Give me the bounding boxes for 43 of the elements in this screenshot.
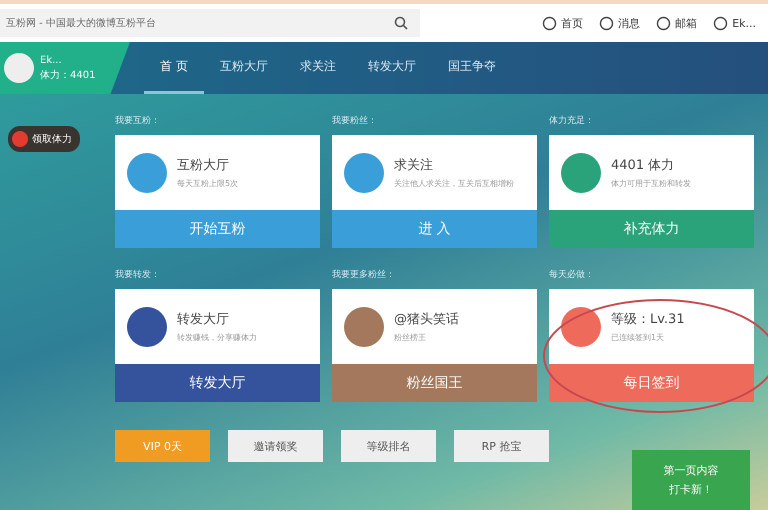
stamina-text: 体力：4401	[40, 68, 96, 82]
section-label: 我要转发：	[115, 268, 161, 281]
nav-tab[interactable]: 国王争夺	[432, 42, 512, 94]
card-button[interactable]: 补充体力	[549, 210, 754, 248]
user-name: Ek...	[40, 54, 63, 66]
card-description: 关注他人求关注，互关后互相增粉	[394, 178, 515, 189]
card-description: 转发赚钱，分享赚体力	[177, 332, 258, 343]
circle-icon	[599, 16, 614, 30]
top-link[interactable]: Ek...	[713, 16, 756, 30]
card-title: 求关注	[394, 157, 434, 174]
top-link[interactable]: 消息	[599, 16, 640, 30]
section-label: 我要互粉：	[115, 114, 161, 127]
action-button[interactable]: RP 抢宝	[454, 430, 549, 462]
card-description: 粉丝榜王	[394, 332, 427, 343]
search-field[interactable]: 互粉网 - 中国最大的微博互粉平台	[0, 9, 420, 37]
circle-icon	[656, 16, 672, 30]
card-description: 已连续签到1天	[611, 332, 666, 343]
card-title: @猪头笑话	[394, 311, 460, 328]
circle-icon	[713, 16, 728, 30]
nav-tab[interactable]: 求关注	[284, 42, 352, 94]
card-title: 4401 体力	[611, 157, 676, 174]
action-button[interactable]: 邀请领奖	[228, 430, 323, 462]
top-link[interactable]: 邮箱	[656, 16, 698, 30]
section-label: 每天必做：	[549, 268, 595, 281]
section-label: 我要粉丝：	[332, 114, 378, 127]
search-icon[interactable]	[394, 16, 408, 30]
avatar	[4, 53, 34, 83]
circle-icon	[542, 16, 558, 30]
card-button[interactable]: 粉丝国王	[332, 364, 537, 402]
promo-panel[interactable]: 第一页内容 打卡新！	[632, 450, 750, 510]
card-title: 等级：Lv.31	[611, 311, 686, 328]
stamina-badge[interactable]: 领取体力	[8, 126, 80, 152]
top-link[interactable]: 首页	[542, 16, 584, 30]
card-button[interactable]: 转发大厅	[115, 364, 320, 402]
nav-tab[interactable]: 互粉大厅	[204, 42, 284, 94]
action-button[interactable]: 等级排名	[341, 430, 436, 462]
card-description: 每天互粉上限5次	[177, 178, 240, 189]
section-label: 我要更多粉丝：	[332, 268, 396, 281]
nav-tab[interactable]: 转发大厅	[352, 42, 432, 94]
card-title: 互粉大厅	[177, 157, 230, 174]
card-description: 体力可用于互粉和转发	[611, 178, 692, 189]
section-label: 体力充足：	[549, 114, 595, 127]
card-title: 转发大厅	[177, 311, 230, 328]
